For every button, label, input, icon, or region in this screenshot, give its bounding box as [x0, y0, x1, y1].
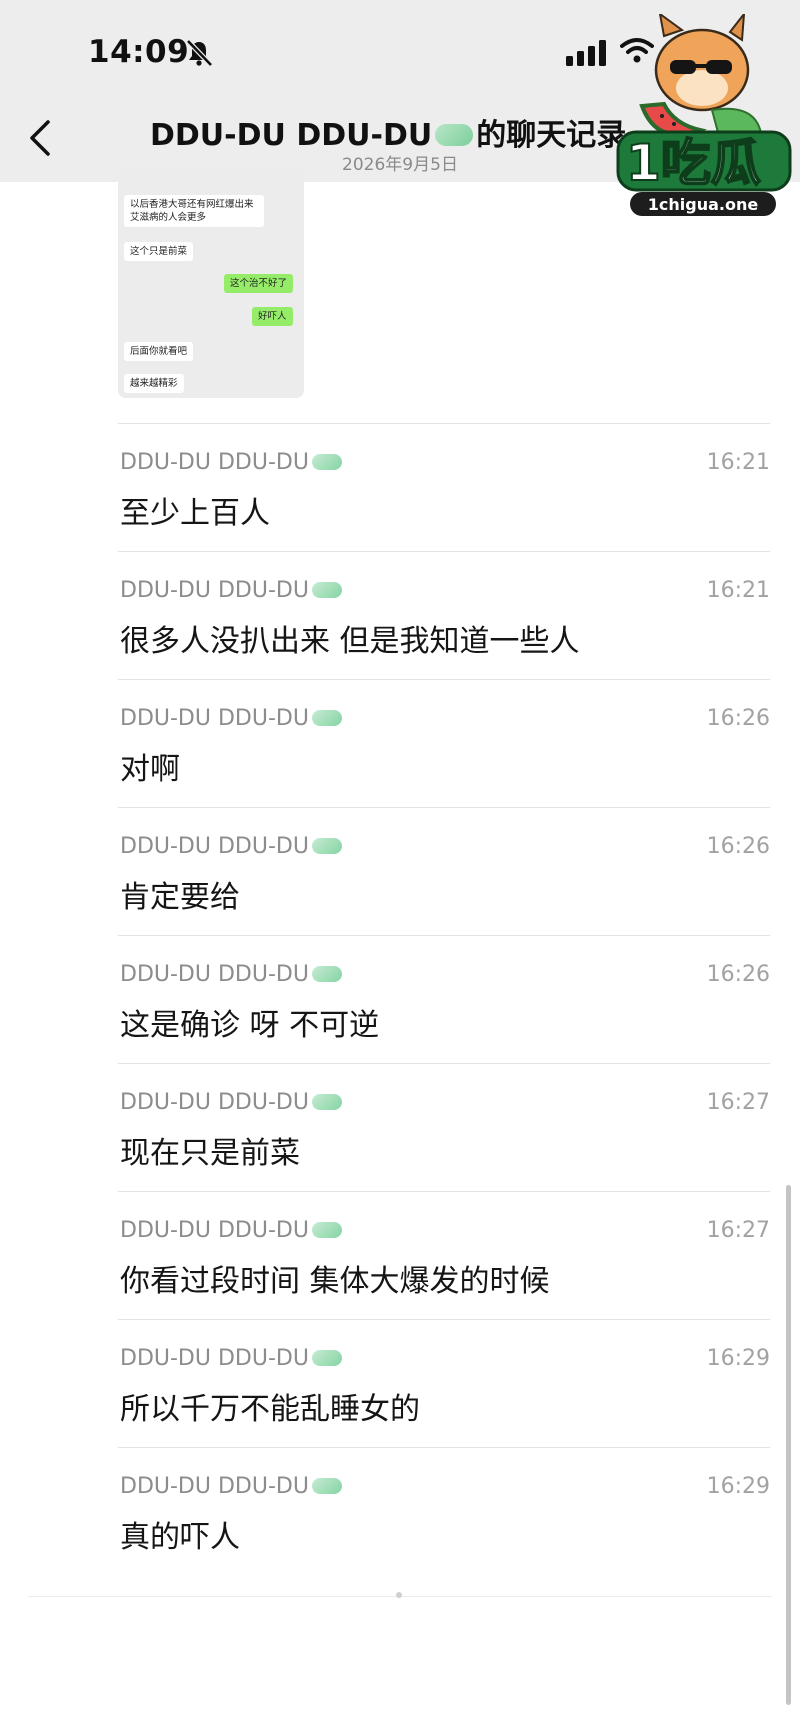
message-text: 现在只是前菜 [120, 1136, 300, 1171]
message-sender: DDU-DU DDU-DU [120, 834, 342, 859]
scrollbar[interactable] [786, 1185, 791, 1705]
mini-bubble: 这个治不好了 [224, 274, 294, 293]
message-time: 16:27 [706, 1218, 770, 1243]
pill-emoji-icon [311, 1093, 342, 1110]
pill-emoji-icon [311, 709, 342, 726]
signal-icon [566, 40, 606, 66]
message-time: 16:29 [706, 1474, 770, 1499]
message-item[interactable]: DDU-DU DDU-DU 16:27 你看过段时间 集体大爆发的时候 [118, 1191, 770, 1319]
message-text: 至少上百人 [120, 496, 270, 531]
watermark-domain: 1chigua.one [648, 195, 759, 214]
message-text: 对啊 [120, 752, 180, 787]
pill-emoji-icon [311, 453, 342, 470]
mini-bubble: 以后香港大哥还有网红爆出来艾滋病的人会更多 [124, 195, 264, 227]
message-item[interactable]: DDU-DU DDU-DU 16:26 肯定要给 [118, 807, 770, 935]
message-sender: DDU-DU DDU-DU [120, 962, 342, 987]
message-time: 16:26 [706, 962, 770, 987]
mini-bubble: 后面你就看吧 [124, 342, 194, 361]
message-sender: DDU-DU DDU-DU [120, 1090, 342, 1115]
pill-emoji-icon [311, 581, 342, 598]
message-sender: DDU-DU DDU-DU [120, 1218, 342, 1243]
message-text: 这是确诊 呀 不可逆 [120, 1008, 380, 1043]
message-text: 肯定要给 [120, 880, 240, 915]
message-sender: DDU-DU DDU-DU [120, 450, 342, 475]
message-item[interactable]: DDU-DU DDU-DU 16:26 对啊 [118, 679, 770, 807]
pill-emoji-icon [311, 965, 342, 982]
pill-emoji-icon [311, 1349, 342, 1366]
message-time: 16:26 [706, 834, 770, 859]
watermark-brand: 1吃瓜 [626, 134, 761, 192]
chat-title-name: DDU-DU DDU-DU [150, 118, 433, 153]
message-sender: DDU-DU DDU-DU [120, 578, 342, 603]
mini-bubble: 这个只是前菜 [124, 242, 194, 261]
message-item[interactable]: DDU-DU DDU-DU 16:26 这是确诊 呀 不可逆 [118, 935, 770, 1063]
pill-emoji-icon [435, 123, 474, 146]
pill-emoji-icon [311, 1477, 342, 1494]
message-time: 16:26 [706, 706, 770, 731]
message-item[interactable]: DDU-DU DDU-DU 16:27 现在只是前菜 [118, 1063, 770, 1191]
message-time: 16:29 [706, 1346, 770, 1371]
chat-title-suffix: 的聊天记录 [476, 118, 627, 153]
message-sender: DDU-DU DDU-DU [120, 706, 342, 731]
watermark-logo: 1吃瓜 1chigua.one [616, 14, 792, 216]
message-sender: DDU-DU DDU-DU [120, 1474, 342, 1499]
message-time: 16:27 [706, 1090, 770, 1115]
status-time: 14:09 [88, 34, 190, 70]
page-indicator-dot [396, 1592, 402, 1598]
mini-bubble: 越来越精彩 [124, 374, 184, 393]
message-text: 很多人没扒出来 但是我知道一些人 [120, 624, 580, 659]
message-text: 真的吓人 [120, 1520, 240, 1555]
message-text: 你看过段时间 集体大爆发的时候 [120, 1264, 550, 1299]
shared-screenshot-image[interactable]: 以后香港大哥还有网红爆出来艾滋病的人会更多 这个只是前菜 这个治不好了 好吓人 … [118, 168, 304, 398]
message-item[interactable]: DDU-DU DDU-DU 16:21 至少上百人 [118, 423, 770, 551]
message-time: 16:21 [706, 578, 770, 603]
message-item[interactable]: DDU-DU DDU-DU 16:29 所以千万不能乱睡女的 [118, 1319, 770, 1447]
mini-bubble: 好吓人 [252, 307, 293, 326]
message-item[interactable]: DDU-DU DDU-DU 16:29 真的吓人 [118, 1447, 770, 1575]
message-time: 16:21 [706, 450, 770, 475]
message-item[interactable]: DDU-DU DDU-DU 16:21 很多人没扒出来 但是我知道一些人 [118, 551, 770, 679]
pill-emoji-icon [311, 1221, 342, 1238]
bell-off-icon [186, 39, 213, 67]
pill-emoji-icon [311, 837, 342, 854]
message-sender: DDU-DU DDU-DU [120, 1346, 342, 1371]
message-text: 所以千万不能乱睡女的 [120, 1392, 420, 1427]
